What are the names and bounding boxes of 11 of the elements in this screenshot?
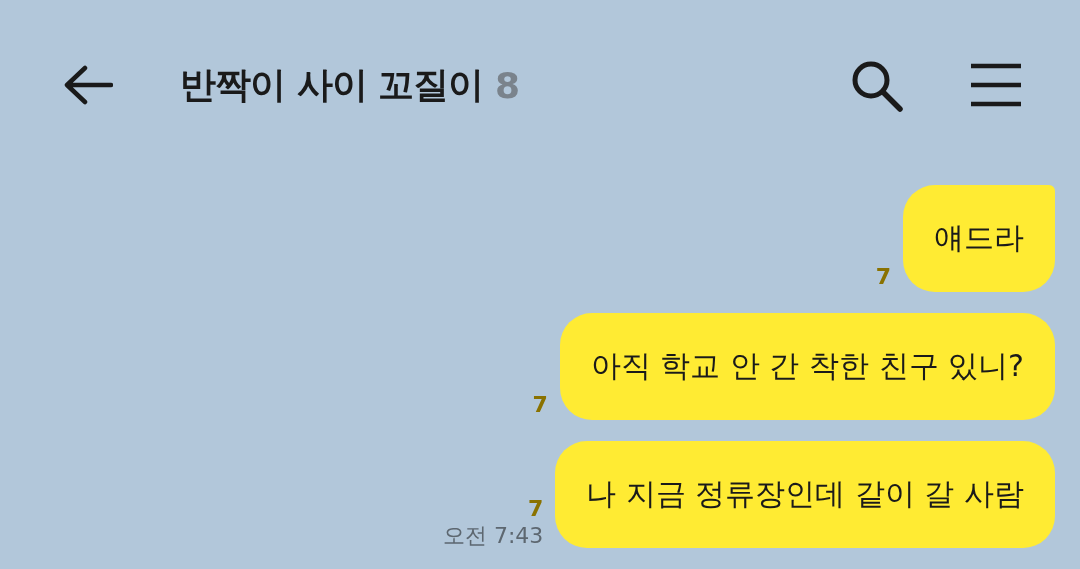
member-count: 8 [495, 64, 521, 106]
message-bubble: 얘드라 [903, 185, 1055, 292]
unread-count: 7 [532, 394, 548, 416]
message-bubble: 나 지금 정류장인데 같이 갈 사람 [555, 441, 1055, 548]
unread-count: 7 [528, 497, 544, 520]
message-bubble: 아직 학교 안 간 착한 친구 있니? [559, 313, 1055, 420]
message-time: 오전 7:43 [442, 523, 544, 548]
unread-count: 7 [875, 266, 891, 288]
menu-icon[interactable] [969, 63, 1023, 107]
back-arrow-icon[interactable] [63, 65, 113, 105]
chat-title: 반짝이 사이 꼬질이 [180, 62, 484, 107]
